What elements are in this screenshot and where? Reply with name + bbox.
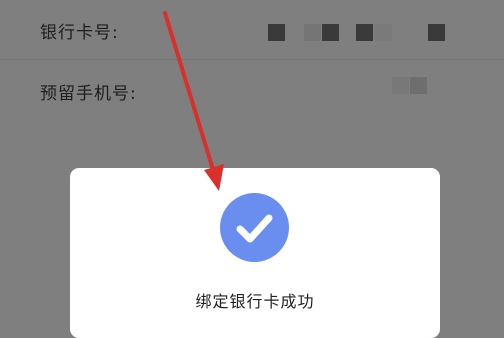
annotation-arrow-icon [163,11,224,191]
